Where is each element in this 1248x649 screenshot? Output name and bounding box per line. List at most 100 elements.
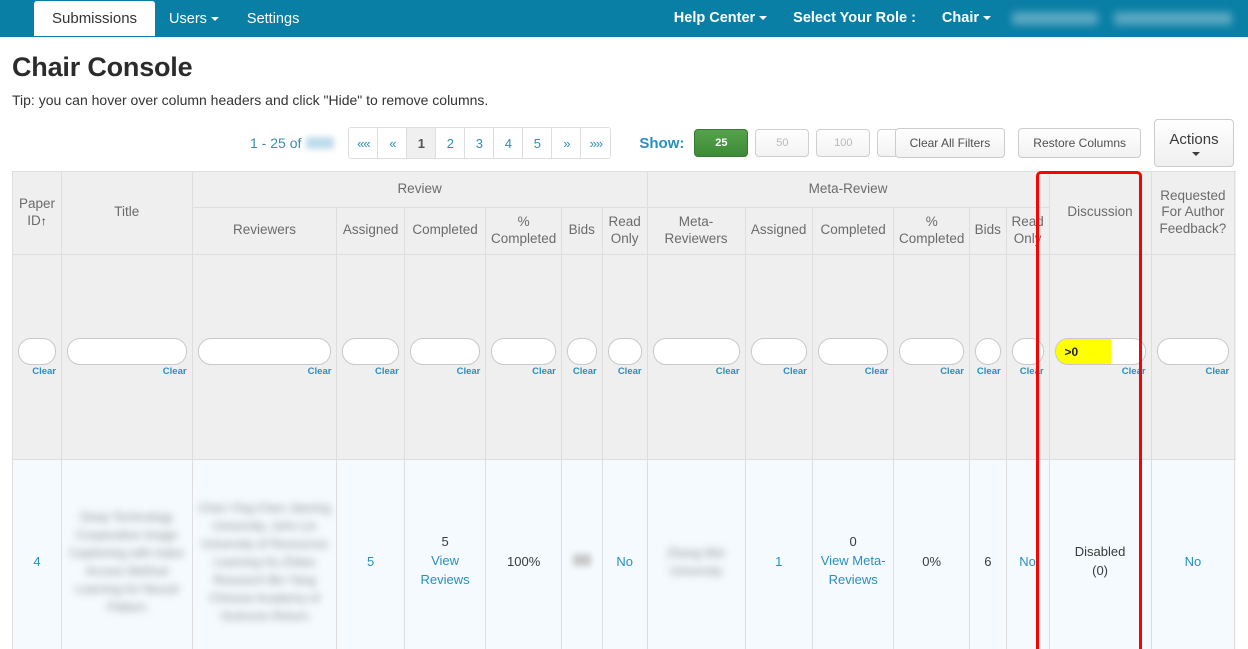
filter-clear-reviewers[interactable]: Clear bbox=[198, 366, 332, 377]
filter-input-review-bids[interactable] bbox=[566, 338, 597, 366]
cell-reviewers: Chen Ying Chen Jiaming University, John … bbox=[191, 458, 338, 649]
page-size-25-button[interactable]: 25 bbox=[694, 129, 749, 157]
clear-all-filters-button[interactable]: Clear All Filters bbox=[894, 128, 1006, 158]
column-header-discussion[interactable]: Discussion bbox=[1048, 171, 1152, 255]
filter-cell-requested-feedback: Clear bbox=[1150, 253, 1236, 460]
filter-input-meta-pct[interactable] bbox=[899, 338, 964, 366]
column-header-review-assigned[interactable]: Assigned bbox=[336, 206, 405, 255]
column-header-meta-completed[interactable]: Completed bbox=[811, 206, 895, 255]
column-header-review-completed[interactable]: Completed bbox=[403, 206, 487, 255]
filter-clear-paper-id[interactable]: Clear bbox=[18, 366, 56, 377]
filter-cell-meta-bids: Clear bbox=[968, 253, 1007, 460]
column-header-meta-assigned[interactable]: Assigned bbox=[744, 206, 813, 255]
filter-clear-review-completed[interactable]: Clear bbox=[410, 366, 481, 377]
filter-clear-meta-read-only[interactable]: Clear bbox=[1012, 366, 1044, 377]
filter-input-requested-feedback[interactable] bbox=[1156, 338, 1230, 366]
cell-meta-completed: 0 View Meta-Reviews bbox=[811, 458, 895, 649]
nav-item-settings[interactable]: Settings bbox=[233, 3, 313, 37]
paper-id-link[interactable]: 4 bbox=[33, 554, 40, 569]
filter-cell-meta-read-only: Clear bbox=[1005, 253, 1050, 460]
filter-input-meta-read-only[interactable] bbox=[1011, 338, 1044, 366]
filter-input-paper-id[interactable] bbox=[18, 338, 56, 366]
filter-input-review-pct[interactable] bbox=[491, 338, 556, 366]
page-last-button[interactable]: »» bbox=[581, 128, 611, 158]
page-3-button[interactable]: 3 bbox=[465, 128, 495, 158]
filter-clear-meta-bids[interactable]: Clear bbox=[975, 366, 1001, 377]
column-header-requested-for-author-feedback[interactable]: Requested For Author Feedback? bbox=[1150, 171, 1236, 255]
column-header-title[interactable]: Title bbox=[60, 171, 193, 255]
nav-item-help-center-label: Help Center bbox=[673, 10, 756, 27]
meta-read-only-value[interactable]: No bbox=[1019, 554, 1036, 569]
view-reviews-link[interactable]: View Reviews bbox=[410, 552, 481, 590]
view-meta-reviews-link[interactable]: View Meta-Reviews bbox=[818, 552, 889, 590]
nav-item-users[interactable]: Users bbox=[155, 3, 233, 37]
filter-clear-requested-feedback[interactable]: Clear bbox=[1157, 366, 1229, 377]
column-group-meta-review: Meta-Review bbox=[646, 171, 1050, 208]
restore-columns-button[interactable]: Restore Columns bbox=[1018, 128, 1141, 158]
filter-clear-review-bids[interactable]: Clear bbox=[567, 366, 597, 377]
filter-clear-review-read-only[interactable]: Clear bbox=[608, 366, 642, 377]
column-header-review-bids[interactable]: Bids bbox=[560, 206, 603, 255]
page-size-50-button[interactable]: 50 bbox=[755, 129, 810, 157]
filter-input-review-read-only[interactable] bbox=[607, 338, 642, 366]
filter-clear-discussion[interactable]: Clear bbox=[1055, 366, 1146, 377]
filter-clear-meta-reviewers[interactable]: Clear bbox=[653, 366, 740, 377]
filter-clear-title[interactable]: Clear bbox=[67, 366, 187, 377]
column-header-meta-read-only[interactable]: Read Only bbox=[1005, 206, 1050, 255]
submissions-table-container[interactable]: Paper ID↑ Title Review Meta-Review Discu… bbox=[12, 171, 1236, 649]
page-next-button[interactable]: » bbox=[552, 128, 582, 158]
filter-clear-meta-assigned[interactable]: Clear bbox=[751, 366, 807, 377]
filter-input-title[interactable] bbox=[66, 338, 187, 366]
filter-input-review-completed[interactable] bbox=[409, 338, 481, 366]
filter-input-meta-assigned[interactable] bbox=[750, 338, 807, 366]
column-header-meta-reviewers[interactable]: Meta-Reviewers bbox=[646, 206, 746, 255]
review-read-only-value[interactable]: No bbox=[616, 554, 633, 569]
filter-clear-meta-completed[interactable]: Clear bbox=[818, 366, 889, 377]
redacted-meta-reviewers: Zhang Wei University bbox=[667, 545, 725, 578]
cell-meta-read-only: No bbox=[1005, 458, 1050, 649]
filter-input-meta-reviewers[interactable] bbox=[652, 338, 740, 366]
redacted-user-name bbox=[1012, 12, 1098, 25]
redacted-title: Deep Technology Cooperative Image Captio… bbox=[69, 509, 185, 614]
column-header-meta-bids[interactable]: Bids bbox=[968, 206, 1007, 255]
page-5-button[interactable]: 5 bbox=[523, 128, 553, 158]
result-range-label: 1 - 25 of bbox=[250, 135, 302, 151]
filter-input-discussion[interactable] bbox=[1054, 338, 1146, 366]
filter-clear-review-pct[interactable]: Clear bbox=[491, 366, 556, 377]
page-prev-button[interactable]: « bbox=[378, 128, 408, 158]
column-header-author-feedback-submitted[interactable]: Author Feedback Submitted? bbox=[1234, 171, 1236, 255]
filter-input-review-assigned[interactable] bbox=[342, 338, 399, 366]
column-header-review-read-only[interactable]: Read Only bbox=[601, 206, 648, 255]
filter-input-reviewers[interactable] bbox=[197, 338, 332, 366]
nav-item-submissions[interactable]: Submissions bbox=[34, 1, 156, 36]
page-4-button[interactable]: 4 bbox=[494, 128, 524, 158]
nav-item-help-center[interactable]: Help Center bbox=[661, 11, 780, 26]
page-size-100-button[interactable]: 100 bbox=[816, 129, 871, 157]
meta-completed-value: 0 bbox=[849, 534, 857, 550]
filter-clear-review-assigned[interactable]: Clear bbox=[342, 366, 399, 377]
column-header-meta-pct-completed[interactable]: % Completed bbox=[893, 206, 970, 255]
role-selector-chair[interactable]: Chair bbox=[929, 11, 1004, 26]
requested-feedback-value[interactable]: No bbox=[1185, 554, 1202, 569]
cell-feedback-submitted: No bbox=[1234, 458, 1236, 649]
page-2-button[interactable]: 2 bbox=[436, 128, 466, 158]
sort-ascending-icon: ↑ bbox=[40, 213, 47, 228]
cell-meta-assigned: 1 bbox=[744, 458, 813, 649]
filter-clear-meta-pct[interactable]: Clear bbox=[899, 366, 964, 377]
pagination: «« « 1 2 3 4 5 » »» bbox=[348, 127, 612, 159]
actions-button[interactable]: Actions bbox=[1154, 119, 1234, 167]
column-header-paper-id[interactable]: Paper ID↑ bbox=[12, 171, 62, 255]
filter-row: Clear Clear Clear Clear Clear Clear Clea… bbox=[12, 253, 1236, 460]
page-title: Chair Console bbox=[12, 52, 193, 82]
review-completed-value: 5 bbox=[441, 534, 449, 550]
column-header-reviewers[interactable]: Reviewers bbox=[191, 206, 338, 255]
show-label: Show: bbox=[639, 134, 685, 152]
filter-input-meta-completed[interactable] bbox=[817, 338, 889, 366]
page-first-button[interactable]: «« bbox=[349, 128, 379, 158]
filter-cell-meta-pct: Clear bbox=[893, 253, 970, 460]
toolbar-right-group: Clear All Filters Restore Columns Action… bbox=[894, 119, 1234, 167]
redacted-conference-name bbox=[1114, 12, 1232, 25]
page-1-button[interactable]: 1 bbox=[407, 128, 437, 158]
column-header-review-pct-completed[interactable]: % Completed bbox=[485, 206, 562, 255]
filter-input-meta-bids[interactable] bbox=[974, 338, 1001, 366]
